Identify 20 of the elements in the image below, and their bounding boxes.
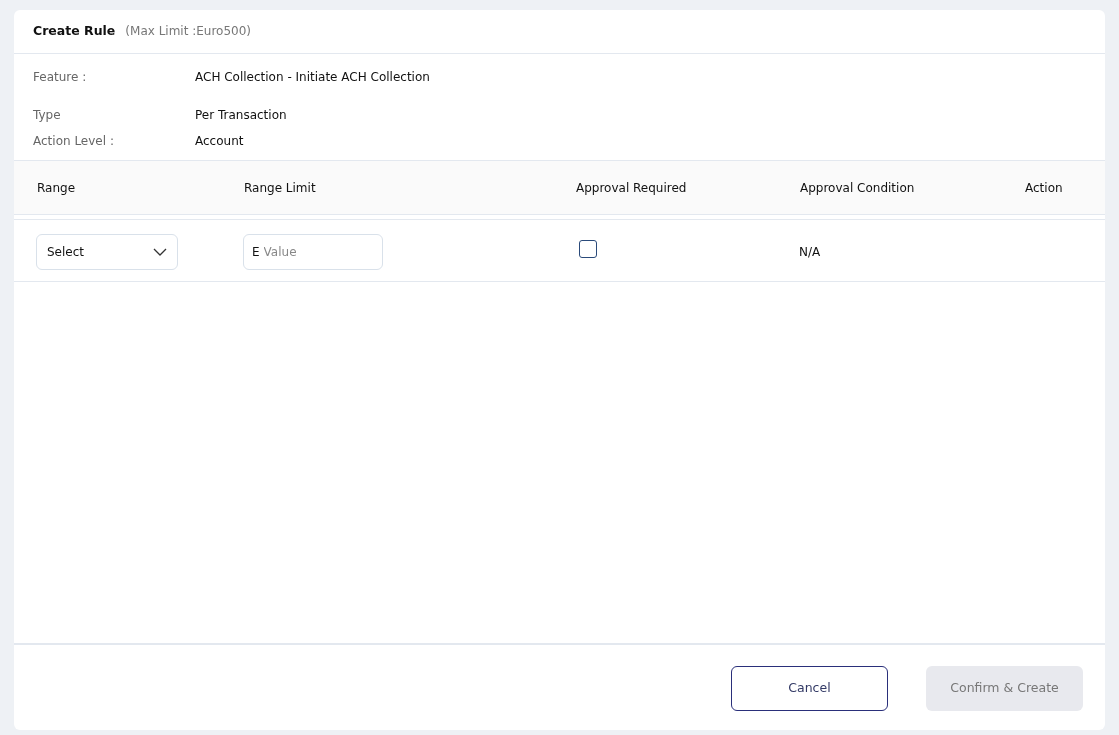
dialog-title: Create Rule xyxy=(33,22,116,40)
column-header: Range xyxy=(37,180,76,195)
approval-checkbox[interactable] xyxy=(579,240,597,259)
range-dropdown[interactable]: Select xyxy=(36,233,178,270)
field-value: Account xyxy=(195,132,245,150)
column-header: Approval Required xyxy=(576,180,687,195)
column-header: Approval Condition xyxy=(800,180,915,195)
currency-prefix: E xyxy=(252,243,260,261)
field-label: Action Level : xyxy=(33,132,115,150)
table-cell: N/A xyxy=(799,244,821,259)
range-limit-field[interactable]: E Value xyxy=(243,233,383,270)
field-value: ACH Collection - Initiate ACH Collection xyxy=(195,68,431,86)
chevron-down-icon xyxy=(153,247,167,256)
field-label: Feature : xyxy=(33,68,88,86)
field-label: Type xyxy=(33,106,62,124)
field-value: Per Transaction xyxy=(195,106,288,124)
max-limit-text: (Max Limit :Euro500) xyxy=(125,23,252,40)
cancel-button[interactable]: Cancel xyxy=(731,666,888,711)
column-header: Range Limit xyxy=(244,180,316,195)
column-header: Action xyxy=(1025,180,1063,195)
